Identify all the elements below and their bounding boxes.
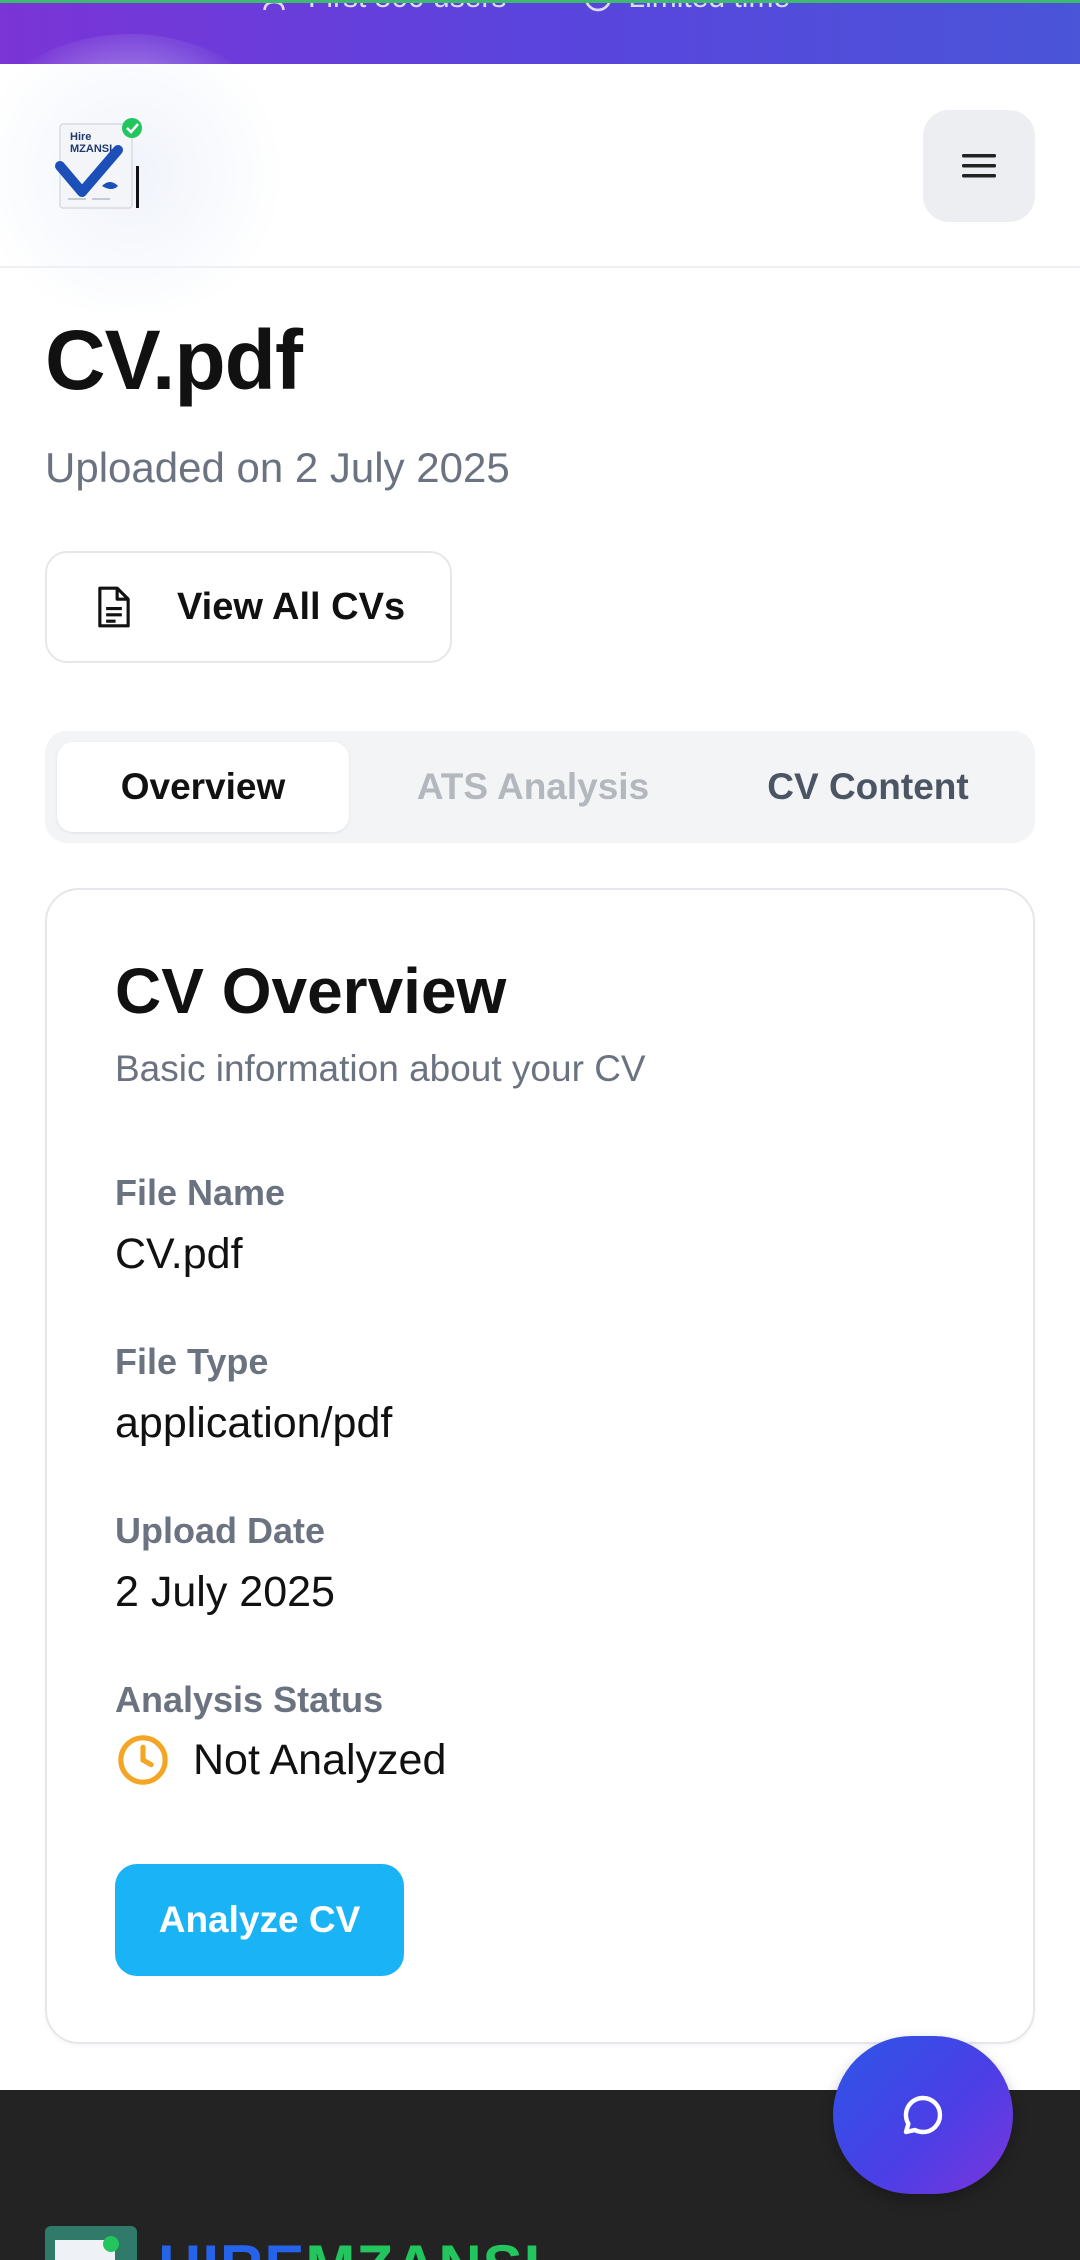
upload-date-value: 2 July 2025 bbox=[115, 1568, 335, 1616]
tab-cv-content[interactable]: CV Content bbox=[715, 742, 1021, 832]
page-title: CV.pdf bbox=[45, 313, 303, 407]
svg-text:MZANSI: MZANSI bbox=[70, 143, 112, 155]
svg-text:Hire: Hire bbox=[70, 131, 91, 143]
tab-overview[interactable]: Overview bbox=[57, 742, 349, 832]
analysis-status-label: Analysis Status bbox=[115, 1679, 384, 1720]
footer-brand-hire: HIRE bbox=[158, 2233, 305, 2260]
clock-icon bbox=[118, 1735, 168, 1785]
tab-bar: Overview ATS Analysis CV Content bbox=[45, 731, 1035, 843]
file-type-label: File Type bbox=[115, 1341, 269, 1382]
page: First 500 users Limited time Hire MZANSI bbox=[0, 0, 1080, 2260]
card-description: Basic information about your CV bbox=[115, 1048, 646, 1089]
analysis-status-value: Not Analyzed bbox=[193, 1735, 447, 1784]
chat-bubble-icon bbox=[903, 2095, 943, 2135]
hire-mzansi-logo[interactable]: Hire MZANSI bbox=[52, 116, 144, 216]
footer-brand: HIREMZANSI bbox=[158, 2232, 541, 2260]
footer-brand-mzansi: MZANSI bbox=[305, 2233, 541, 2260]
users-icon bbox=[263, 3, 285, 11]
footer-logo bbox=[45, 2226, 137, 2260]
upload-date-label: Upload Date bbox=[115, 1510, 326, 1551]
header: Hire MZANSI bbox=[0, 34, 1080, 314]
clock-icon bbox=[586, 3, 611, 12]
view-all-cvs-button[interactable]: View All CVs bbox=[45, 551, 452, 663]
promo-time: Limited time bbox=[582, 3, 790, 15]
promo-time-text: Limited time bbox=[628, 3, 790, 15]
promo-users-text: First 500 users bbox=[308, 3, 506, 15]
file-name-label: File Name bbox=[115, 1172, 286, 1213]
tab-ats-analysis[interactable]: ATS Analysis bbox=[383, 742, 683, 832]
view-all-cvs-label: View All CVs bbox=[177, 585, 406, 628]
document-icon bbox=[98, 586, 130, 628]
file-type-value: application/pdf bbox=[115, 1399, 393, 1447]
card-title: CV Overview bbox=[115, 955, 507, 1027]
analyze-cv-button[interactable]: Analyze CV bbox=[115, 1864, 404, 1976]
cv-overview-card: CV Overview Basic information about your… bbox=[45, 888, 1035, 2044]
hamburger-menu-icon bbox=[962, 154, 996, 178]
menu-button[interactable] bbox=[923, 110, 1035, 222]
promo-users: First 500 users bbox=[262, 3, 506, 15]
file-name-value: CV.pdf bbox=[115, 1230, 243, 1278]
chat-button[interactable] bbox=[833, 2036, 1013, 2194]
upload-date-subtitle: Uploaded on 2 July 2025 bbox=[45, 444, 510, 491]
analysis-status: Not Analyzed bbox=[115, 1732, 446, 1788]
